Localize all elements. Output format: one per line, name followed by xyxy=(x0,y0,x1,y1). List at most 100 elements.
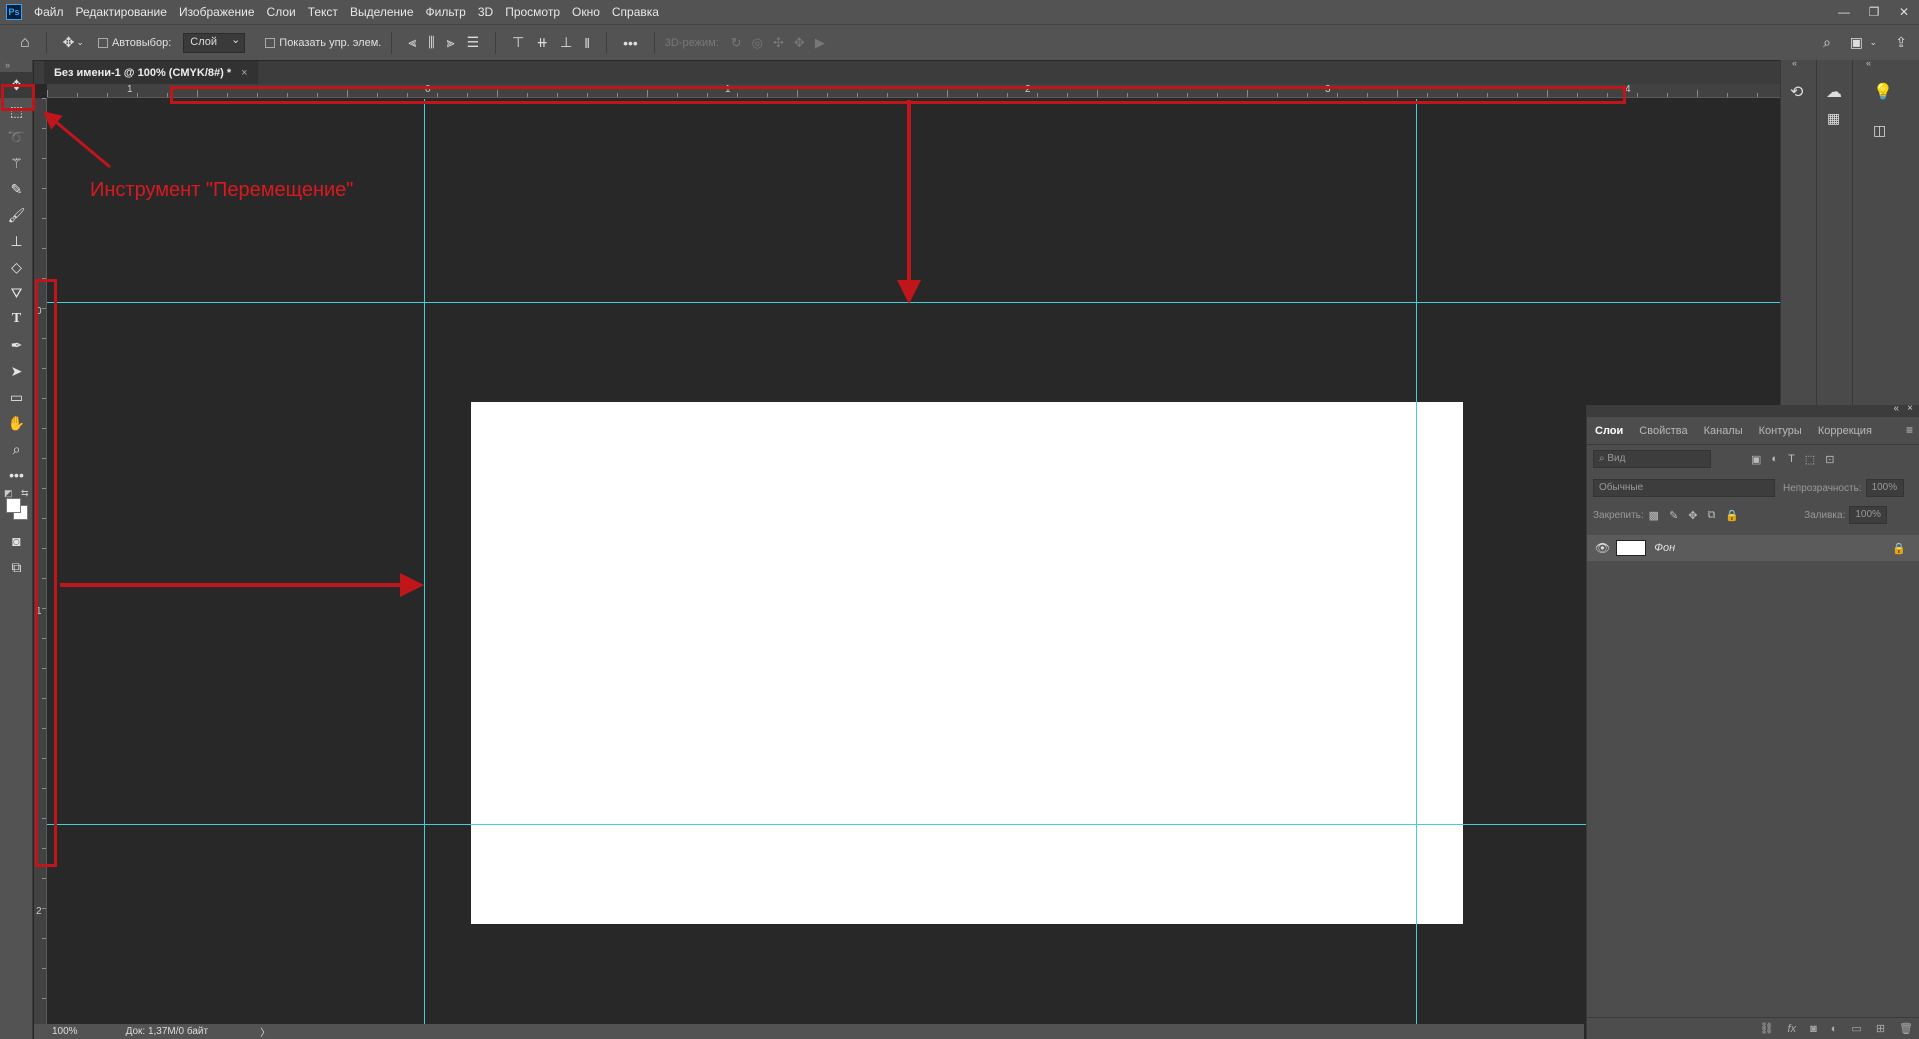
quick-mask-button[interactable]: ◙ xyxy=(0,528,33,554)
chevron-down-icon[interactable]: ⌄ xyxy=(76,37,84,48)
stamp-tool[interactable]: ⊥ xyxy=(0,228,33,254)
tab-adjustments[interactable]: Коррекция xyxy=(1810,417,1880,445)
close-icon[interactable]: ✕ xyxy=(1889,0,1919,24)
link-icon[interactable]: ⛓ xyxy=(1760,1022,1774,1035)
align-left-icon[interactable]: ⫷ xyxy=(408,34,416,51)
align-bottom-icon[interactable]: ⊥ xyxy=(560,34,572,51)
close-tab-icon[interactable]: × xyxy=(241,67,247,79)
menu-text[interactable]: Текст xyxy=(302,0,344,24)
zoom-level[interactable]: 100% xyxy=(52,1026,78,1037)
opacity-input[interactable]: 100% xyxy=(1865,479,1904,497)
blend-mode-select[interactable]: Обычные xyxy=(1593,479,1775,497)
menu-image[interactable]: Изображение xyxy=(173,0,261,24)
layer-name[interactable]: Фон xyxy=(1654,542,1675,554)
doc-info[interactable]: Док: 1,37М/0 байт xyxy=(126,1026,209,1037)
search-icon[interactable]: ⌕ xyxy=(1823,34,1831,51)
collapse-icon[interactable]: « xyxy=(1866,58,1871,68)
adjustment-icon[interactable]: ◐ xyxy=(1831,1023,1838,1035)
libraries-icon[interactable]: ◫ xyxy=(1873,122,1886,139)
layer-row[interactable]: 👁 Фон 🔒 xyxy=(1587,535,1919,561)
color-swatches[interactable]: ◩ ⇆ xyxy=(0,488,32,528)
distribute-vertical-icon[interactable]: ‖ xyxy=(584,35,590,51)
lock-pixels-icon[interactable]: ✎ xyxy=(1669,509,1678,522)
document-tab[interactable]: Без имени-1 @ 100% (CMYK/8#) * × xyxy=(44,61,258,84)
eye-icon[interactable]: 👁 xyxy=(1595,541,1610,555)
expand-icon[interactable]: » xyxy=(0,60,32,72)
collapse-icon[interactable]: « xyxy=(1893,403,1899,414)
workspace-icon[interactable]: ▣ xyxy=(1850,34,1863,51)
foreground-color-swatch[interactable] xyxy=(6,498,21,513)
panel-menu-icon[interactable]: ≡ xyxy=(1906,423,1913,437)
swap-colors-icon[interactable]: ⇆ xyxy=(21,488,29,499)
mask-icon[interactable]: ◙ xyxy=(1810,1023,1817,1035)
folder-icon[interactable]: ▭ xyxy=(1851,1022,1861,1035)
more-options-icon[interactable]: ••• xyxy=(623,35,638,51)
menu-view[interactable]: Просмотр xyxy=(499,0,566,24)
close-icon[interactable]: × xyxy=(1907,403,1913,414)
eyedropper-tool[interactable]: ✎ xyxy=(0,176,33,202)
status-arrow-icon[interactable]: 〉 xyxy=(260,1024,270,1039)
tab-layers[interactable]: Слои xyxy=(1587,417,1631,445)
more-tools[interactable]: ••• xyxy=(0,462,33,488)
path-select-tool[interactable]: ➤ xyxy=(0,358,33,384)
show-transform-checkbox[interactable] xyxy=(265,37,276,48)
align-hcenter-icon[interactable]: ⫼ xyxy=(428,34,434,51)
guide-vertical[interactable] xyxy=(424,99,425,1029)
share-icon[interactable]: ⇪ xyxy=(1895,34,1907,51)
canvas-area[interactable] xyxy=(47,99,1780,1029)
pen-tool[interactable]: ✒ xyxy=(0,332,33,358)
type-tool[interactable]: T xyxy=(0,306,33,332)
magic-wand-tool[interactable]: ⚚ xyxy=(0,150,33,176)
new-layer-icon[interactable]: ⊞ xyxy=(1876,1022,1885,1035)
screen-mode-button[interactable]: ⧉ xyxy=(0,554,33,580)
minimize-icon[interactable]: — xyxy=(1829,0,1859,24)
restore-icon[interactable]: ❐ xyxy=(1859,0,1889,24)
lock-transparency-icon[interactable]: ▩ xyxy=(1649,509,1659,522)
menu-filter[interactable]: Фильтр xyxy=(420,0,472,24)
shape-tool[interactable]: ▭ xyxy=(0,384,33,410)
menu-help[interactable]: Справка xyxy=(606,0,665,24)
distribute-icon[interactable]: ☰ xyxy=(467,34,480,51)
tab-paths[interactable]: Контуры xyxy=(1751,417,1810,445)
layer-search-input[interactable]: ⌕ Вид xyxy=(1593,450,1711,468)
history-icon[interactable]: ⟲ xyxy=(1790,82,1803,102)
trash-icon[interactable]: 🗑 xyxy=(1899,1022,1913,1035)
guide-horizontal[interactable] xyxy=(47,302,1780,303)
autoselect-select[interactable]: Слой xyxy=(183,32,246,53)
menu-layers[interactable]: Слои xyxy=(261,0,302,24)
document-canvas[interactable] xyxy=(471,402,1463,924)
menu-file[interactable]: Файл xyxy=(28,0,70,24)
lock-all-icon[interactable]: 🔒 xyxy=(1725,509,1739,522)
3d-icon[interactable]: ☁ xyxy=(1826,82,1842,102)
eraser-tool[interactable]: ◇ xyxy=(0,254,33,280)
chevron-down-icon[interactable]: ⌄ xyxy=(1869,37,1877,48)
fill-input[interactable]: 100% xyxy=(1849,506,1888,524)
image-filter-icon[interactable]: ▣ xyxy=(1751,453,1761,466)
collapse-icon[interactable]: « xyxy=(1792,58,1797,68)
hand-tool[interactable]: ✋ xyxy=(0,410,33,436)
lock-position-icon[interactable]: ✥ xyxy=(1688,509,1697,522)
learn-icon[interactable]: 💡 xyxy=(1873,82,1893,102)
brush-tool[interactable]: 🖌 xyxy=(0,202,33,228)
home-icon[interactable]: ⌂ xyxy=(20,34,30,52)
smart-object-filter-icon[interactable]: ⊡ xyxy=(1825,453,1834,466)
align-vcenter-icon[interactable]: ⧺ xyxy=(536,34,548,51)
align-right-icon[interactable]: ⫸ xyxy=(447,34,455,51)
guide-horizontal[interactable] xyxy=(47,824,1587,825)
lock-artboard-icon[interactable]: ⧉ xyxy=(1708,509,1716,522)
lasso-tool[interactable]: ➰ xyxy=(0,124,33,150)
shape-filter-icon[interactable]: ⬚ xyxy=(1805,453,1815,466)
autoselect-checkbox[interactable] xyxy=(97,37,108,48)
fx-icon[interactable]: fx xyxy=(1788,1023,1797,1035)
type-filter-icon[interactable]: T xyxy=(1788,453,1795,465)
menu-3d[interactable]: 3D xyxy=(472,0,499,24)
fill-tool[interactable]: ⛛ xyxy=(0,280,33,306)
tab-channels[interactable]: Каналы xyxy=(1696,417,1751,445)
adjustment-filter-icon[interactable]: ◐ xyxy=(1771,453,1778,465)
menu-select[interactable]: Выделение xyxy=(344,0,420,24)
guide-vertical[interactable] xyxy=(1416,99,1417,1029)
menu-window[interactable]: Окно xyxy=(566,0,606,24)
zoom-tool[interactable]: ⌕ xyxy=(0,436,33,462)
tab-properties[interactable]: Свойства xyxy=(1631,417,1695,445)
menu-edit[interactable]: Редактирование xyxy=(70,0,173,24)
